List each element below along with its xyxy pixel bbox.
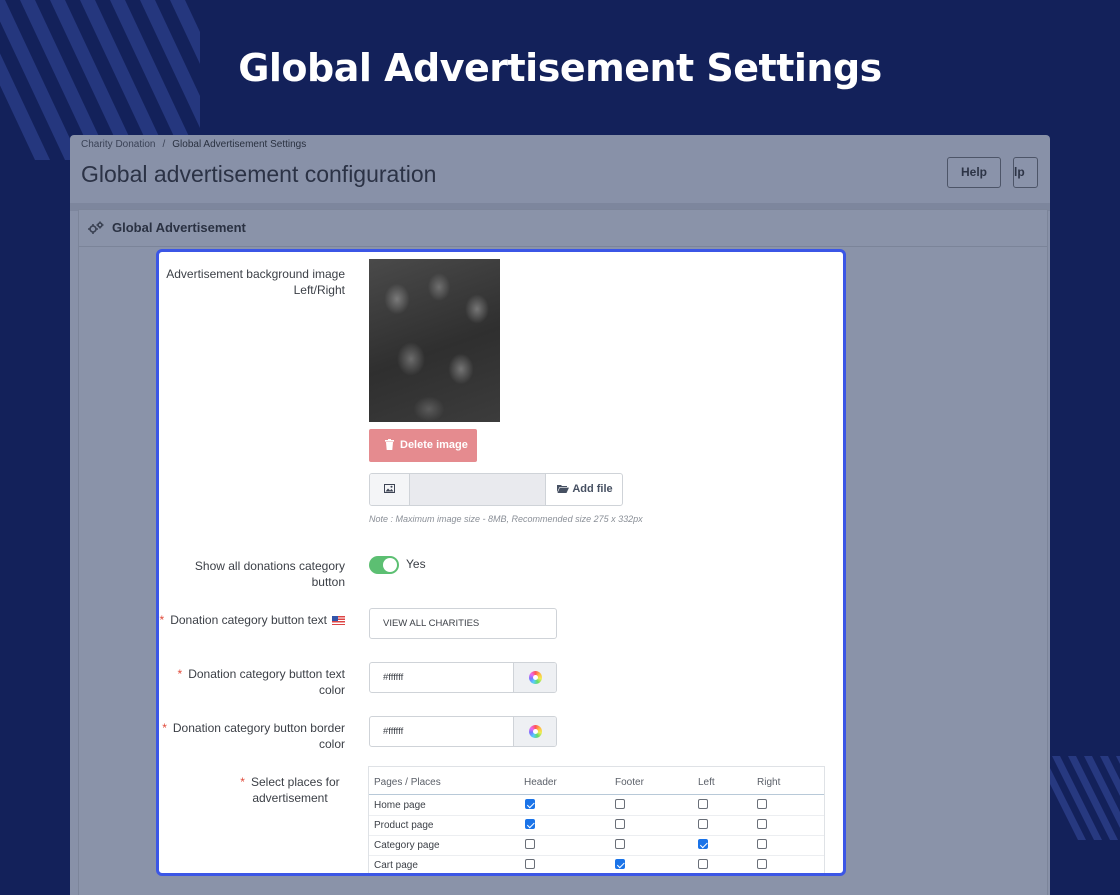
required-mark: *: [162, 721, 167, 735]
advertisement-form: Advertisement background image Left/Righ…: [156, 249, 846, 876]
add-file-button[interactable]: Add file: [545, 474, 622, 505]
hero-title: Global Advertisement Settings: [238, 46, 882, 90]
page-title: Global advertisement configuration: [81, 161, 437, 187]
help-button-duplicate[interactable]: lp: [1013, 157, 1038, 188]
text-color-label: * Donation category button text color: [159, 666, 345, 698]
required-mark: *: [159, 613, 165, 627]
help-button[interactable]: Help: [947, 157, 1001, 188]
places-table: Pages / Places Header Footer Left Right …: [368, 766, 825, 873]
bg-image-label: Advertisement background image Left/Righ…: [166, 267, 345, 297]
show-all-label: Show all donations category button: [194, 559, 345, 589]
add-file-label: Add file: [572, 483, 613, 495]
border-color-input[interactable]: #ffffff: [383, 717, 403, 746]
border-color-picker-button[interactable]: [513, 717, 556, 746]
image-size-note: Note : Maximum image size - 8MB, Recomme…: [369, 514, 643, 524]
advertisement-background-image: [369, 259, 500, 422]
place-checkbox-footer[interactable]: [615, 859, 625, 869]
place-checkbox-right[interactable]: [757, 839, 767, 849]
button-text-label: * Donation category button text: [159, 612, 345, 628]
table-row: Cart page: [369, 855, 824, 873]
place-checkbox-left[interactable]: [698, 859, 708, 869]
row-page-name: Product page: [374, 820, 434, 831]
toggle-knob: [383, 558, 397, 572]
place-checkbox-right[interactable]: [757, 799, 767, 809]
border-color-label: * Donation category button border color: [159, 720, 345, 752]
column-header-pages: Pages / Places: [374, 777, 441, 788]
trash-icon: [385, 439, 394, 450]
place-checkbox-header[interactable]: [525, 819, 535, 829]
row-page-name: Category page: [374, 840, 440, 851]
folder-open-icon: [557, 485, 570, 493]
file-name-field[interactable]: [410, 474, 545, 505]
place-checkbox-footer[interactable]: [615, 839, 625, 849]
text-color-label-text: Donation category button text color: [188, 667, 345, 697]
place-checkbox-header[interactable]: [525, 799, 535, 809]
column-header-header: Header: [524, 777, 557, 788]
place-checkbox-footer[interactable]: [615, 799, 625, 809]
table-row: Product page: [369, 815, 824, 836]
column-header-footer: Footer: [615, 777, 644, 788]
places-label-text: Select places for advertisement: [250, 775, 340, 805]
gears-icon: [88, 221, 104, 234]
file-preview-button[interactable]: [370, 474, 410, 505]
decorative-stripes-right: [1046, 756, 1120, 840]
delete-image-button[interactable]: Delete image: [369, 429, 477, 462]
color-wheel-icon: [529, 725, 542, 738]
place-checkbox-right[interactable]: [757, 819, 767, 829]
border-color-input-group: #ffffff: [369, 716, 557, 747]
button-text-label-text: Donation category button text: [170, 613, 327, 627]
text-color-picker-button[interactable]: [513, 663, 556, 692]
table-row: Home page: [369, 795, 824, 816]
column-header-left: Left: [698, 777, 715, 788]
column-header-right: Right: [757, 777, 781, 788]
card-title: Global Advertisement: [112, 220, 246, 235]
button-text-input[interactable]: VIEW ALL CHARITIES: [369, 608, 557, 639]
text-color-input[interactable]: #ffffff: [383, 663, 403, 692]
table-row: Category page: [369, 835, 824, 856]
file-upload-group: Add file: [369, 473, 623, 506]
image-icon: [384, 484, 395, 493]
place-checkbox-header[interactable]: [525, 859, 535, 869]
place-checkbox-left[interactable]: [698, 799, 708, 809]
border-color-label-text: Donation category button border color: [172, 721, 345, 751]
breadcrumb-separator: /: [162, 139, 166, 150]
card-header: Global Advertisement: [79, 210, 1047, 247]
required-mark: *: [240, 775, 245, 789]
delete-image-label: Delete image: [400, 439, 468, 451]
show-all-value: Yes: [406, 557, 426, 571]
breadcrumb-current: Global Advertisement Settings: [172, 139, 307, 150]
text-color-input-group: #ffffff: [369, 662, 557, 693]
breadcrumb-parent[interactable]: Charity Donation: [81, 139, 155, 150]
us-flag-icon[interactable]: [332, 616, 345, 626]
places-label: * Select places for advertisement: [159, 774, 345, 806]
row-page-name: Cart page: [374, 860, 418, 871]
place-checkbox-right[interactable]: [757, 859, 767, 869]
row-page-name: Home page: [374, 800, 426, 811]
required-mark: *: [177, 667, 183, 681]
color-wheel-icon: [529, 671, 542, 684]
show-all-toggle[interactable]: [369, 556, 399, 574]
breadcrumb: Charity Donation / Global Advertisement Se…: [81, 139, 306, 150]
place-checkbox-left[interactable]: [698, 819, 708, 829]
place-checkbox-header[interactable]: [525, 839, 535, 849]
place-checkbox-footer[interactable]: [615, 819, 625, 829]
place-checkbox-left[interactable]: [698, 839, 708, 849]
